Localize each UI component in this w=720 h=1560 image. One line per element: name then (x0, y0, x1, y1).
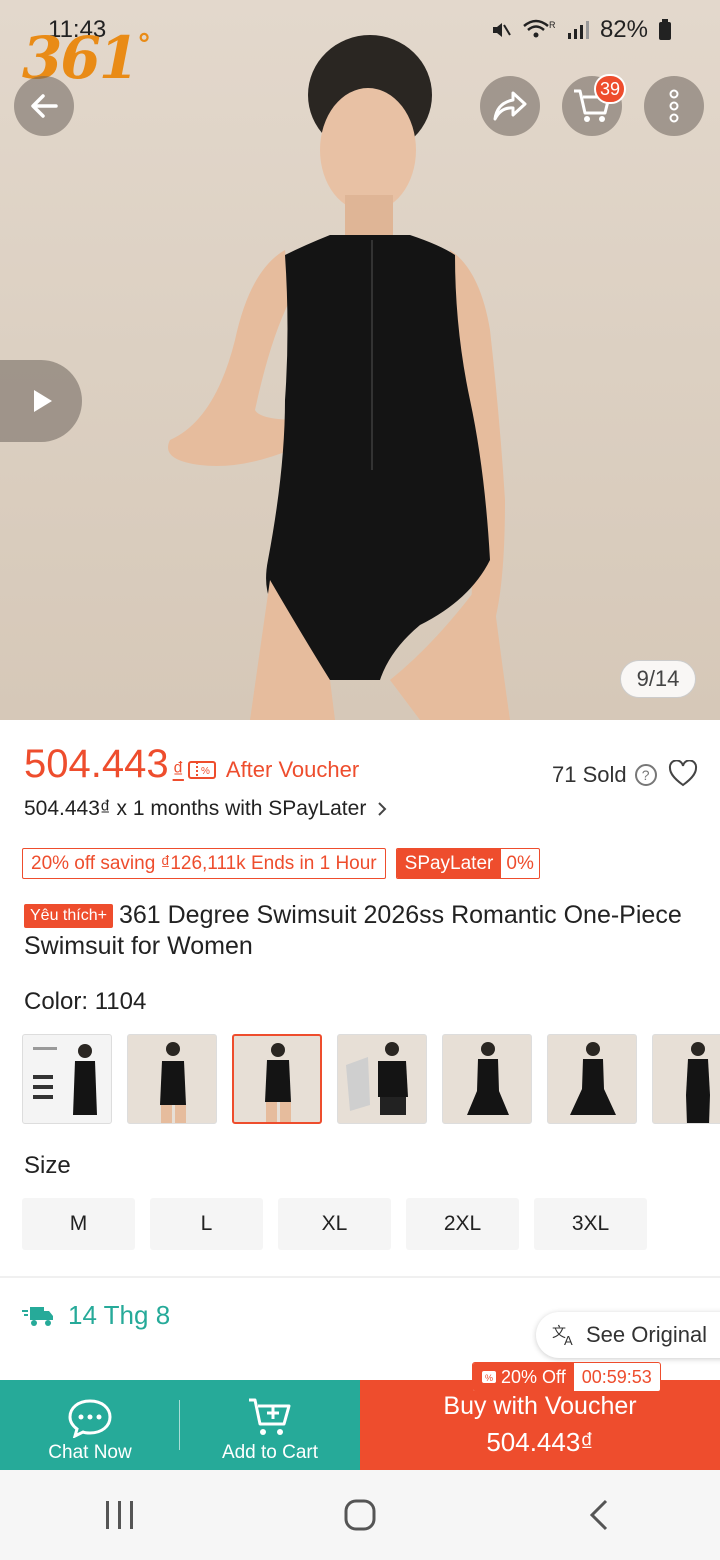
product-image-carousel[interactable]: 11:43 R 82% 361° 39 9/14 (0, 0, 720, 720)
mute-icon (492, 23, 511, 37)
voucher-flag: % 20% Off 00:59:53 (472, 1362, 661, 1392)
share-icon (493, 91, 527, 121)
color-label: Color: 1104 (24, 988, 147, 1015)
voucher-icon: % (187, 761, 216, 779)
see-original-label: See Original (586, 1322, 708, 1347)
svg-text:A: A (564, 1333, 573, 1347)
promo-tags: 20% off saving ₫126,111k Ends in 1 Hour … (22, 848, 540, 879)
shipping-date: 14 Thg 8 (68, 1300, 171, 1330)
swatch-thumbnail (346, 1042, 408, 1115)
back-button[interactable] (14, 76, 74, 136)
installment-text: 504.443₫ x 1 months with SPayLater (24, 797, 367, 820)
battery-percent: 82% (599, 16, 648, 43)
size-label: Size (24, 1152, 71, 1179)
back-nav-icon[interactable] (580, 1497, 620, 1533)
price-amount: 504.443 (24, 742, 169, 786)
more-button[interactable] (644, 76, 704, 136)
heart-icon[interactable] (668, 760, 698, 788)
color-swatch-selected[interactable] (232, 1034, 322, 1124)
spaylater-installment[interactable]: 504.443₫ x 1 months with SPayLater (24, 797, 388, 821)
color-swatch[interactable] (127, 1034, 217, 1124)
sold-count: 71 Sold ? (552, 762, 657, 788)
chevron-right-icon (378, 802, 387, 816)
price-currency: ₫ (172, 757, 184, 782)
add-to-cart-button[interactable]: Add to Cart (180, 1380, 360, 1470)
battery-icon (659, 19, 671, 40)
buy-with-voucher-button[interactable]: Buy with Voucher 504.443₫ (360, 1380, 720, 1470)
swatch-thumbnail (686, 1042, 710, 1123)
more-vertical-icon (669, 89, 679, 123)
voucher-discount: % 20% Off (473, 1363, 574, 1391)
product-title-text: 361 Degree Swimsuit 2026ss Romantic One-… (24, 901, 682, 960)
swatch-thumbnail (467, 1042, 509, 1115)
arrow-left-icon (31, 94, 58, 118)
image-counter: 9/14 (620, 660, 696, 698)
buy-label: Buy with Voucher (443, 1392, 637, 1420)
chat-now-label: Chat Now (48, 1442, 132, 1463)
color-swatch[interactable] (22, 1034, 112, 1124)
bottom-left-group: Chat Now Add to Cart (0, 1380, 360, 1470)
spaylater-rate: 0% (506, 852, 534, 874)
spaylater-label: SPayLater (396, 849, 502, 878)
ticket-icon: % (482, 1371, 496, 1383)
size-option-3xl[interactable]: 3XL (534, 1198, 647, 1250)
svg-text:%: % (201, 766, 210, 777)
delivery-truck-icon (22, 1306, 53, 1326)
sold-text: 71 Sold (552, 762, 627, 787)
add-to-cart-label: Add to Cart (221, 1442, 319, 1463)
swatch-thumbnail (33, 1044, 97, 1115)
status-icons: R 82% (490, 16, 672, 44)
play-video-button[interactable] (0, 360, 82, 442)
size-option-xl[interactable]: XL (278, 1198, 391, 1250)
bottom-action-bar: Chat Now Add to Cart Buy with Voucher 50… (0, 1380, 720, 1470)
add-cart-icon (249, 1398, 291, 1435)
shipping-row[interactable]: 14 Thg 8 (22, 1300, 170, 1331)
color-swatch[interactable] (547, 1034, 637, 1124)
wifi-icon: R (523, 19, 556, 38)
system-nav-bar (0, 1470, 720, 1560)
color-swatches (22, 1034, 720, 1124)
svg-text:%: % (485, 1373, 493, 1383)
share-button[interactable] (480, 76, 540, 136)
after-voucher-label: After Voucher (225, 757, 360, 782)
color-swatch[interactable] (442, 1034, 532, 1124)
svg-text:R: R (549, 20, 556, 30)
buy-price: 504.443₫ (486, 1427, 594, 1457)
home-icon[interactable] (340, 1497, 380, 1533)
size-options: M L XL 2XL 3XL (22, 1198, 647, 1250)
play-icon (34, 390, 52, 412)
swatch-thumbnail (160, 1042, 186, 1123)
swatch-thumbnail (570, 1042, 616, 1115)
signal-icon (567, 21, 589, 39)
favorite-badge: Yêu thích+ (24, 904, 113, 928)
translate-icon: 文A (552, 1324, 573, 1347)
divider (0, 1276, 720, 1278)
spaylater-tag[interactable]: SPayLater 0% (395, 848, 540, 879)
cart-count-badge: 39 (594, 74, 627, 104)
help-icon[interactable]: ? (634, 764, 657, 786)
color-swatch[interactable] (652, 1034, 720, 1124)
size-option-m[interactable]: M (22, 1198, 135, 1250)
product-title: Yêu thích+ 361 Degree Swimsuit 2026ss Rom… (24, 900, 704, 962)
price-row: 504.443 ₫ % After Voucher (24, 742, 359, 787)
size-option-2xl[interactable]: 2XL (406, 1198, 519, 1250)
chat-icon (68, 1399, 112, 1438)
recent-apps-icon[interactable] (100, 1497, 140, 1533)
see-original-button[interactable]: 文A See Original (536, 1312, 720, 1358)
voucher-timer: 00:59:53 (581, 1366, 652, 1387)
color-swatch[interactable] (337, 1034, 427, 1124)
separator (179, 1400, 180, 1450)
chat-now-button[interactable]: Chat Now (0, 1380, 180, 1470)
size-option-l[interactable]: L (150, 1198, 263, 1250)
saving-tag[interactable]: 20% off saving ₫126,111k Ends in 1 Hour (22, 848, 386, 879)
swatch-thumbnail (265, 1043, 291, 1122)
